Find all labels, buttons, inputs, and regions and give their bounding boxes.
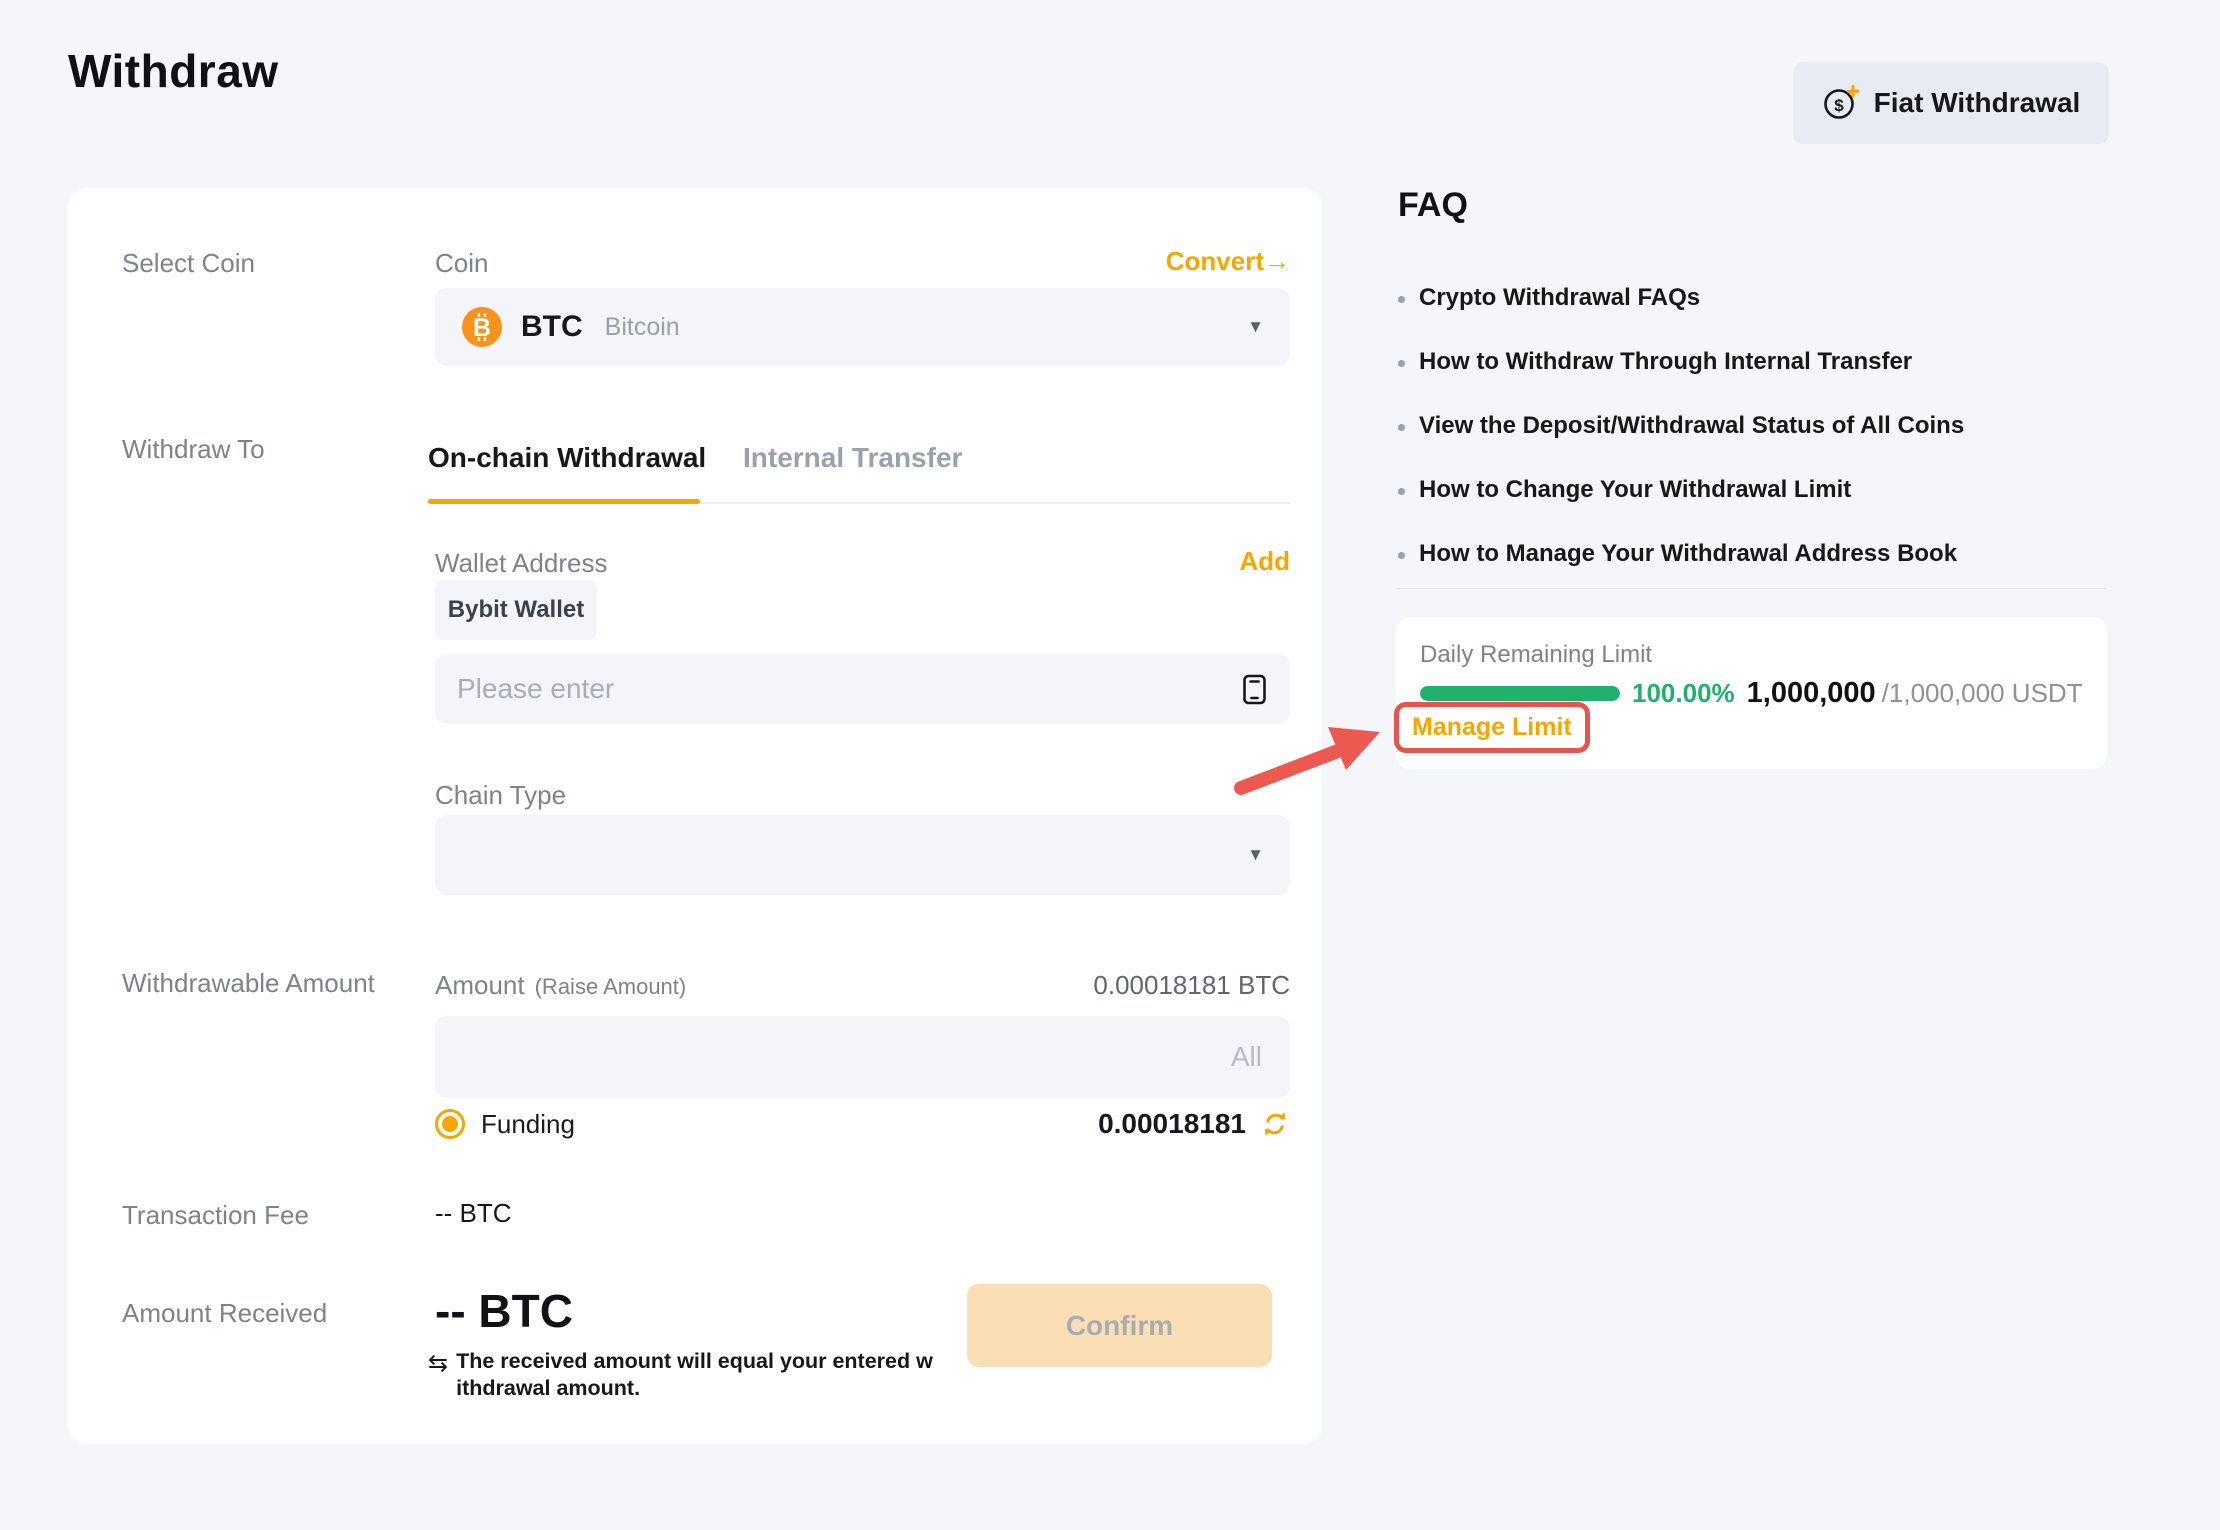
available-amount-value: 0.00018181 BTC — [1093, 970, 1290, 1001]
funding-radio[interactable] — [435, 1109, 465, 1139]
funding-label: Funding — [481, 1109, 575, 1140]
amount-received-label: Amount Received — [122, 1298, 327, 1329]
add-address-link[interactable]: Add — [1239, 546, 1290, 577]
wallet-address-input-wrap — [435, 654, 1290, 724]
withdraw-to-section-label: Withdraw To — [122, 434, 265, 465]
faq-link-crypto-withdrawal[interactable]: Crypto Withdrawal FAQs — [1398, 284, 1700, 312]
tab-onchain-withdrawal[interactable]: On-chain Withdrawal — [428, 442, 706, 474]
chevron-down-icon: ▼ — [1247, 845, 1264, 865]
faq-link-address-book[interactable]: How to Manage Your Withdrawal Address Bo… — [1398, 540, 1957, 568]
arrow-right-icon: → — [1264, 246, 1290, 276]
address-book-icon[interactable] — [1241, 674, 1268, 705]
bybit-wallet-chip[interactable]: Bybit Wallet — [435, 580, 597, 640]
transaction-fee-label: Transaction Fee — [122, 1200, 309, 1231]
wallet-address-label: Wallet Address — [435, 548, 607, 579]
svg-text:$: $ — [1834, 96, 1844, 115]
annotation-highlight-box: Manage Limit — [1394, 702, 1590, 753]
confirm-button[interactable]: Confirm — [967, 1284, 1272, 1367]
tab-internal-transfer[interactable]: Internal Transfer — [743, 442, 962, 474]
fiat-withdrawal-button[interactable]: $ Fiat Withdrawal — [1793, 62, 2109, 144]
bullet-icon — [1398, 296, 1405, 303]
chain-type-label: Chain Type — [435, 780, 566, 811]
select-coin-section-label: Select Coin — [122, 248, 255, 279]
limit-used-value: 1,000,000 — [1747, 677, 1876, 710]
dollar-circle-plus-icon: $ — [1822, 84, 1860, 122]
amount-input[interactable] — [435, 1016, 1290, 1098]
limit-percent: 100.00% — [1632, 678, 1735, 709]
transfer-arrows-icon: ⇆ — [428, 1352, 448, 1402]
convert-link[interactable]: Convert→ — [1166, 246, 1290, 277]
amount-sublabel: (Raise Amount) — [535, 974, 687, 1000]
chain-type-dropdown[interactable]: ▼ — [435, 815, 1290, 895]
amount-received-note: ⇆ The received amount will equal your en… — [428, 1348, 948, 1402]
transaction-fee-value: -- BTC — [435, 1198, 512, 1229]
limit-progress-bar — [1420, 686, 1620, 701]
active-tab-underline — [428, 499, 700, 504]
coin-field-label: Coin — [435, 248, 488, 279]
withdraw-form-card: Select Coin Coin Convert→ B BTC Bitcoin … — [68, 188, 1322, 1444]
faq-link-internal-transfer[interactable]: How to Withdraw Through Internal Transfe… — [1398, 348, 1912, 376]
bullet-icon — [1398, 424, 1405, 431]
limit-progress-fill — [1420, 686, 1620, 701]
faq-divider — [1396, 588, 2107, 589]
refresh-icon[interactable] — [1260, 1109, 1290, 1139]
withdraw-page: Withdraw $ Fiat Withdrawal Select Coin C… — [0, 0, 2220, 1530]
bullet-icon — [1398, 552, 1405, 559]
svg-text:B: B — [473, 314, 491, 342]
daily-limit-label: Daily Remaining Limit — [1420, 641, 1652, 669]
faq-link-deposit-status[interactable]: View the Deposit/Withdrawal Status of Al… — [1398, 412, 1964, 440]
wallet-address-input[interactable] — [457, 654, 1241, 724]
amount-field-label: Amount (Raise Amount) — [435, 970, 686, 1001]
radio-dot — [442, 1116, 458, 1132]
page-title: Withdraw — [68, 44, 279, 98]
bullet-icon — [1398, 360, 1405, 367]
coin-select-dropdown[interactable]: B BTC Bitcoin ▼ — [435, 288, 1290, 366]
fiat-withdrawal-label: Fiat Withdrawal — [1874, 87, 2081, 119]
faq-title: FAQ — [1398, 186, 1468, 225]
coin-name: Bitcoin — [605, 313, 680, 342]
manage-limit-link[interactable]: Manage Limit — [1412, 713, 1572, 741]
amount-received-value: -- BTC — [435, 1284, 573, 1338]
funding-balance-value: 0.00018181 — [1098, 1108, 1246, 1140]
faq-link-change-limit[interactable]: How to Change Your Withdrawal Limit — [1398, 476, 1851, 504]
limit-total-value: /1,000,000 USDT — [1882, 678, 2083, 709]
chevron-down-icon: ▼ — [1247, 317, 1264, 337]
withdrawable-amount-section-label: Withdrawable Amount — [122, 968, 375, 999]
bitcoin-icon: B — [461, 306, 503, 348]
funding-account-row: Funding 0.00018181 — [435, 1104, 1290, 1144]
bullet-icon — [1398, 488, 1405, 495]
coin-symbol: BTC — [521, 310, 583, 344]
